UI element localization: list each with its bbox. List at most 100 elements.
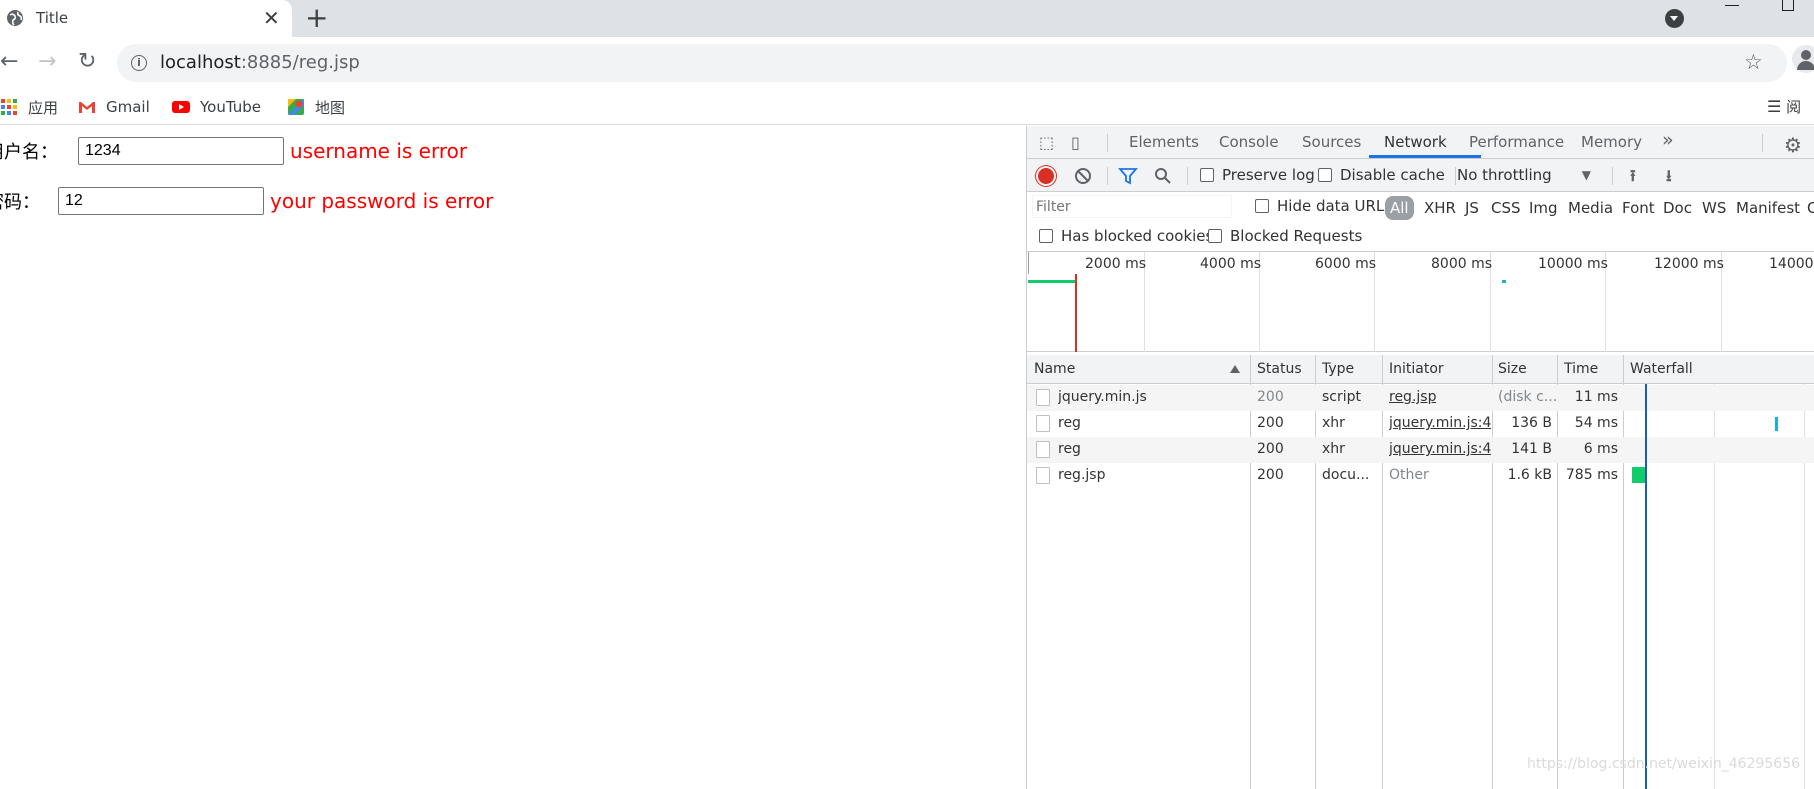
type-filter-css[interactable]: CSS — [1491, 199, 1521, 217]
password-row: 密码： your password is error — [0, 187, 493, 215]
type-filter-js[interactable]: JS — [1465, 199, 1479, 217]
request-time: 6 ms — [1583, 441, 1618, 457]
clear-icon[interactable] — [1074, 167, 1092, 185]
type-filter-other[interactable]: O — [1807, 199, 1814, 217]
file-icon — [1036, 441, 1050, 458]
forward-icon[interactable]: → — [38, 50, 56, 74]
username-input[interactable] — [78, 137, 284, 165]
more-tabs-icon[interactable]: » — [1662, 129, 1674, 151]
tab-performance[interactable]: Performance — [1469, 133, 1564, 151]
type-filter-img[interactable]: Img — [1529, 199, 1558, 217]
password-error: your password is error — [270, 189, 494, 213]
preserve-log-checkbox[interactable]: Preserve log — [1200, 166, 1315, 184]
tab-network[interactable]: Network — [1384, 133, 1447, 151]
overview-tick: 12000 ms — [1654, 256, 1724, 272]
close-tab-icon[interactable]: ✕ — [263, 6, 280, 30]
tab-memory[interactable]: Memory — [1581, 133, 1642, 151]
address-bar[interactable]: i localhost:8885/reg.jsp ☆ — [117, 44, 1787, 82]
new-tab-icon[interactable]: + — [305, 3, 328, 33]
password-input[interactable] — [58, 187, 264, 215]
reading-list[interactable]: ☰ 阅 — [1767, 96, 1801, 117]
type-filter-doc[interactable]: Doc — [1663, 199, 1692, 217]
devtools-panel: ⬚ ▯ Elements Console Sources Network Per… — [1026, 126, 1814, 789]
type-filter-ws[interactable]: WS — [1702, 199, 1726, 217]
column-size[interactable]: Size — [1498, 361, 1527, 377]
bookmark-apps[interactable]: 应用 — [0, 95, 58, 119]
blocked-requests-checkbox[interactable]: Blocked Requests — [1208, 227, 1362, 245]
url-text[interactable]: localhost:8885/reg.jsp — [160, 52, 360, 73]
sort-ascending-icon — [1230, 365, 1240, 373]
column-waterfall[interactable]: Waterfall — [1630, 361, 1693, 377]
export-har-icon[interactable]: ⭳ — [1666, 165, 1672, 192]
overview-tick: 4000 ms — [1200, 256, 1262, 272]
hide-data-urls-checkbox[interactable]: Hide data URLs — [1255, 197, 1392, 215]
request-initiator[interactable]: reg.jsp — [1389, 389, 1436, 405]
disable-cache-checkbox[interactable]: Disable cache — [1318, 166, 1445, 184]
request-type: script — [1322, 389, 1362, 405]
file-icon — [1036, 467, 1050, 484]
column-initiator[interactable]: Initiator — [1389, 361, 1444, 377]
request-initiator[interactable]: jquery.min.js:4 — [1389, 415, 1491, 431]
page-content: 用户名： username is error 密码： your password… — [0, 126, 1026, 789]
record-icon[interactable] — [1038, 168, 1054, 184]
maps-icon — [288, 99, 304, 115]
username-label: 用户名： — [0, 142, 58, 163]
inspect-element-icon[interactable]: ⬚ — [1039, 133, 1054, 152]
type-filter-xhr[interactable]: XHR — [1424, 199, 1456, 217]
table-row[interactable]: reg.jsp 200 docu... Other 1.6 kB 785 ms — [1027, 463, 1814, 489]
gear-icon[interactable]: ⚙ — [1784, 133, 1802, 157]
globe-icon — [7, 10, 23, 26]
waterfall-bar — [1632, 467, 1645, 483]
has-blocked-cookies-checkbox[interactable]: Has blocked cookies — [1039, 227, 1213, 245]
search-icon[interactable] — [1154, 167, 1172, 185]
request-initiator[interactable]: jquery.min.js:4 — [1389, 441, 1491, 457]
overview-xhr-bar — [1502, 280, 1506, 283]
password-label: 密码： — [0, 192, 40, 213]
back-icon[interactable]: ← — [0, 50, 18, 74]
bookmark-youtube[interactable]: YouTube — [172, 95, 261, 119]
column-type[interactable]: Type — [1322, 361, 1354, 377]
type-filter-font[interactable]: Font — [1622, 199, 1655, 217]
filter-input[interactable] — [1032, 195, 1232, 218]
bookmark-label: Gmail — [106, 98, 150, 116]
overview-doc-bar — [1028, 280, 1075, 283]
type-filter-all[interactable]: All — [1385, 196, 1414, 220]
request-time: 785 ms — [1565, 467, 1618, 483]
overview-tick: 8000 ms — [1431, 256, 1493, 272]
type-filter-manifest[interactable]: Manifest — [1736, 199, 1800, 217]
bookmark-label: YouTube — [200, 98, 261, 116]
table-row[interactable]: reg 200 xhr jquery.min.js:4 136 B 54 ms — [1027, 411, 1814, 437]
bookmark-star-icon[interactable]: ☆ — [1744, 50, 1763, 74]
bookmark-maps[interactable]: 地图 — [287, 95, 345, 119]
profile-avatar-icon[interactable] — [1792, 45, 1814, 73]
type-filter-media[interactable]: Media — [1568, 199, 1613, 217]
browser-tab[interactable]: Title ✕ — [0, 0, 292, 37]
tab-console[interactable]: Console — [1219, 133, 1279, 151]
filter-funnel-icon[interactable] — [1118, 167, 1138, 185]
table-row[interactable]: reg 200 xhr jquery.min.js:4 141 B 6 ms — [1027, 437, 1814, 463]
chevron-down-icon: ▼ — [1581, 168, 1591, 182]
tab-search-icon[interactable] — [1665, 9, 1684, 28]
tab-sources[interactable]: Sources — [1302, 133, 1361, 151]
site-info-icon[interactable]: i — [131, 55, 147, 71]
request-type: xhr — [1322, 415, 1345, 431]
column-status[interactable]: Status — [1257, 361, 1302, 377]
filter-bar-2: Has blocked cookies Blocked Requests — [1027, 222, 1814, 252]
throttling-select[interactable]: No throttling ▼ — [1457, 166, 1591, 184]
request-name: reg — [1058, 441, 1081, 457]
request-type: docu... — [1322, 467, 1370, 483]
request-initiator: Other — [1389, 467, 1429, 483]
import-har-icon[interactable]: ⭱ — [1630, 165, 1636, 192]
username-row: 用户名： username is error — [0, 137, 467, 165]
load-event-marker — [1075, 274, 1077, 352]
column-time[interactable]: Time — [1564, 361, 1598, 377]
column-name[interactable]: Name — [1034, 361, 1075, 377]
device-toolbar-icon[interactable]: ▯ — [1071, 133, 1080, 152]
reload-icon[interactable]: ↻ — [78, 50, 96, 74]
table-row[interactable]: jquery.min.js 200 script reg.jsp (disk c… — [1027, 385, 1814, 411]
tab-elements[interactable]: Elements — [1129, 133, 1199, 151]
request-size: 141 B — [1511, 441, 1552, 457]
maximize-icon[interactable] — [1782, 0, 1794, 11]
minimize-icon[interactable] — [1725, 5, 1739, 6]
bookmark-gmail[interactable]: Gmail — [78, 95, 150, 119]
